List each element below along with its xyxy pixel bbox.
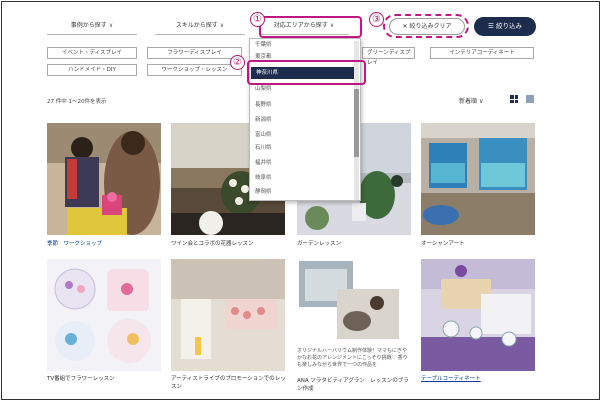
- card-image-ana-plan[interactable]: [297, 259, 411, 345]
- tab-case-search[interactable]: 事例から探す ∨: [47, 17, 137, 35]
- annotation-marker-1: ①: [250, 12, 265, 27]
- tab-label: スキルから探す: [175, 22, 218, 29]
- chip-label: イベント・ディスプレイ: [61, 50, 123, 56]
- dropdown-option[interactable]: 石川県: [250, 142, 354, 154]
- card-caption[interactable]: テーブルコーディネート: [421, 375, 539, 383]
- chip-flower-display[interactable]: フラワーディスプレイ: [147, 47, 242, 59]
- apply-filters-button[interactable]: ☰ 絞り込み: [474, 17, 536, 36]
- chevron-down-icon: ∨: [219, 22, 225, 29]
- dropdown-option[interactable]: 千葉県: [250, 39, 354, 51]
- chip-label: ワークショップ・レッスン: [161, 67, 228, 73]
- dropdown-option[interactable]: 福井県: [250, 157, 354, 169]
- chip-label: インテリアコーディネート: [449, 50, 515, 56]
- tab-label: 事例から探す: [70, 22, 107, 29]
- result-count: 27 件中 1～20件を表示: [47, 99, 107, 105]
- sort-select[interactable]: 新着順 ∨: [459, 96, 483, 105]
- card-caption[interactable]: オーシャンアート: [421, 240, 539, 248]
- card-image-ocean-art[interactable]: [421, 123, 535, 235]
- chip-interior-coordinate[interactable]: インテリアコーディネート: [430, 47, 534, 59]
- sort-label: 新着順: [459, 98, 478, 105]
- annotation-highlight-selected-prefecture: [247, 60, 366, 85]
- annotation-marker-2: ②: [230, 55, 245, 70]
- chevron-down-icon: ∨: [108, 22, 114, 29]
- dropdown-scrollbar-thumb[interactable]: [354, 89, 359, 157]
- card-caption[interactable]: ワイン会とコラボの花器レッスン: [171, 240, 289, 248]
- annotation-marker-3: ③: [369, 12, 384, 27]
- annotation-highlight-clear-button: [383, 14, 469, 38]
- filter-icon: ☰: [488, 22, 496, 30]
- card-caption[interactable]: TV番組でフラワーレッスン: [47, 375, 165, 383]
- chip-event-display[interactable]: イベント・ディスプレイ: [47, 47, 137, 59]
- card-image-workshop[interactable]: [47, 123, 161, 235]
- card-overlay-text: オリジナルハーバリウム制作体験！ママもにぎやかなお花のアレンジメントにこっそり挑…: [297, 348, 408, 368]
- tab-skill-search[interactable]: スキルから探す ∨: [155, 17, 245, 35]
- card-caption[interactable]: ANA ツラタビティアグラン レッスンのブラン作成: [297, 377, 409, 393]
- card-caption[interactable]: アーティストライブのプロモーションでのレッスン: [171, 375, 289, 391]
- chip-workshop-lesson[interactable]: ワークショップ・レッスン: [147, 64, 242, 76]
- annotation-highlight-area-tab: [259, 16, 362, 38]
- dropdown-option[interactable]: 岐阜県: [250, 172, 354, 184]
- card-caption[interactable]: 季節 ワークショップ: [47, 240, 165, 248]
- card-image-live-promotion[interactable]: [171, 259, 285, 371]
- chevron-down-icon: ∨: [478, 98, 484, 105]
- chip-handmade-diy[interactable]: ハンドメイド・DIY: [47, 64, 137, 76]
- card-image-table-coordinate[interactable]: [421, 259, 535, 371]
- card-caption[interactable]: ガーデンレッスン: [297, 240, 415, 248]
- grid-view-icon[interactable]: [510, 95, 518, 103]
- list-view-icon[interactable]: [526, 95, 534, 103]
- dropdown-option[interactable]: 静岡県: [250, 186, 354, 198]
- dropdown-option[interactable]: 新潟県: [250, 114, 354, 126]
- chip-label: ハンドメイド・DIY: [68, 67, 116, 73]
- dropdown-option[interactable]: 富山県: [250, 129, 354, 141]
- card-image-tv-flower[interactable]: [47, 259, 161, 371]
- apply-filters-label: 絞り込み: [495, 22, 522, 30]
- chip-label: フラワーディスプレイ: [167, 50, 222, 56]
- chip-green-display[interactable]: グリーンディスプレイ: [362, 47, 415, 66]
- dropdown-option[interactable]: 長野県: [250, 99, 354, 111]
